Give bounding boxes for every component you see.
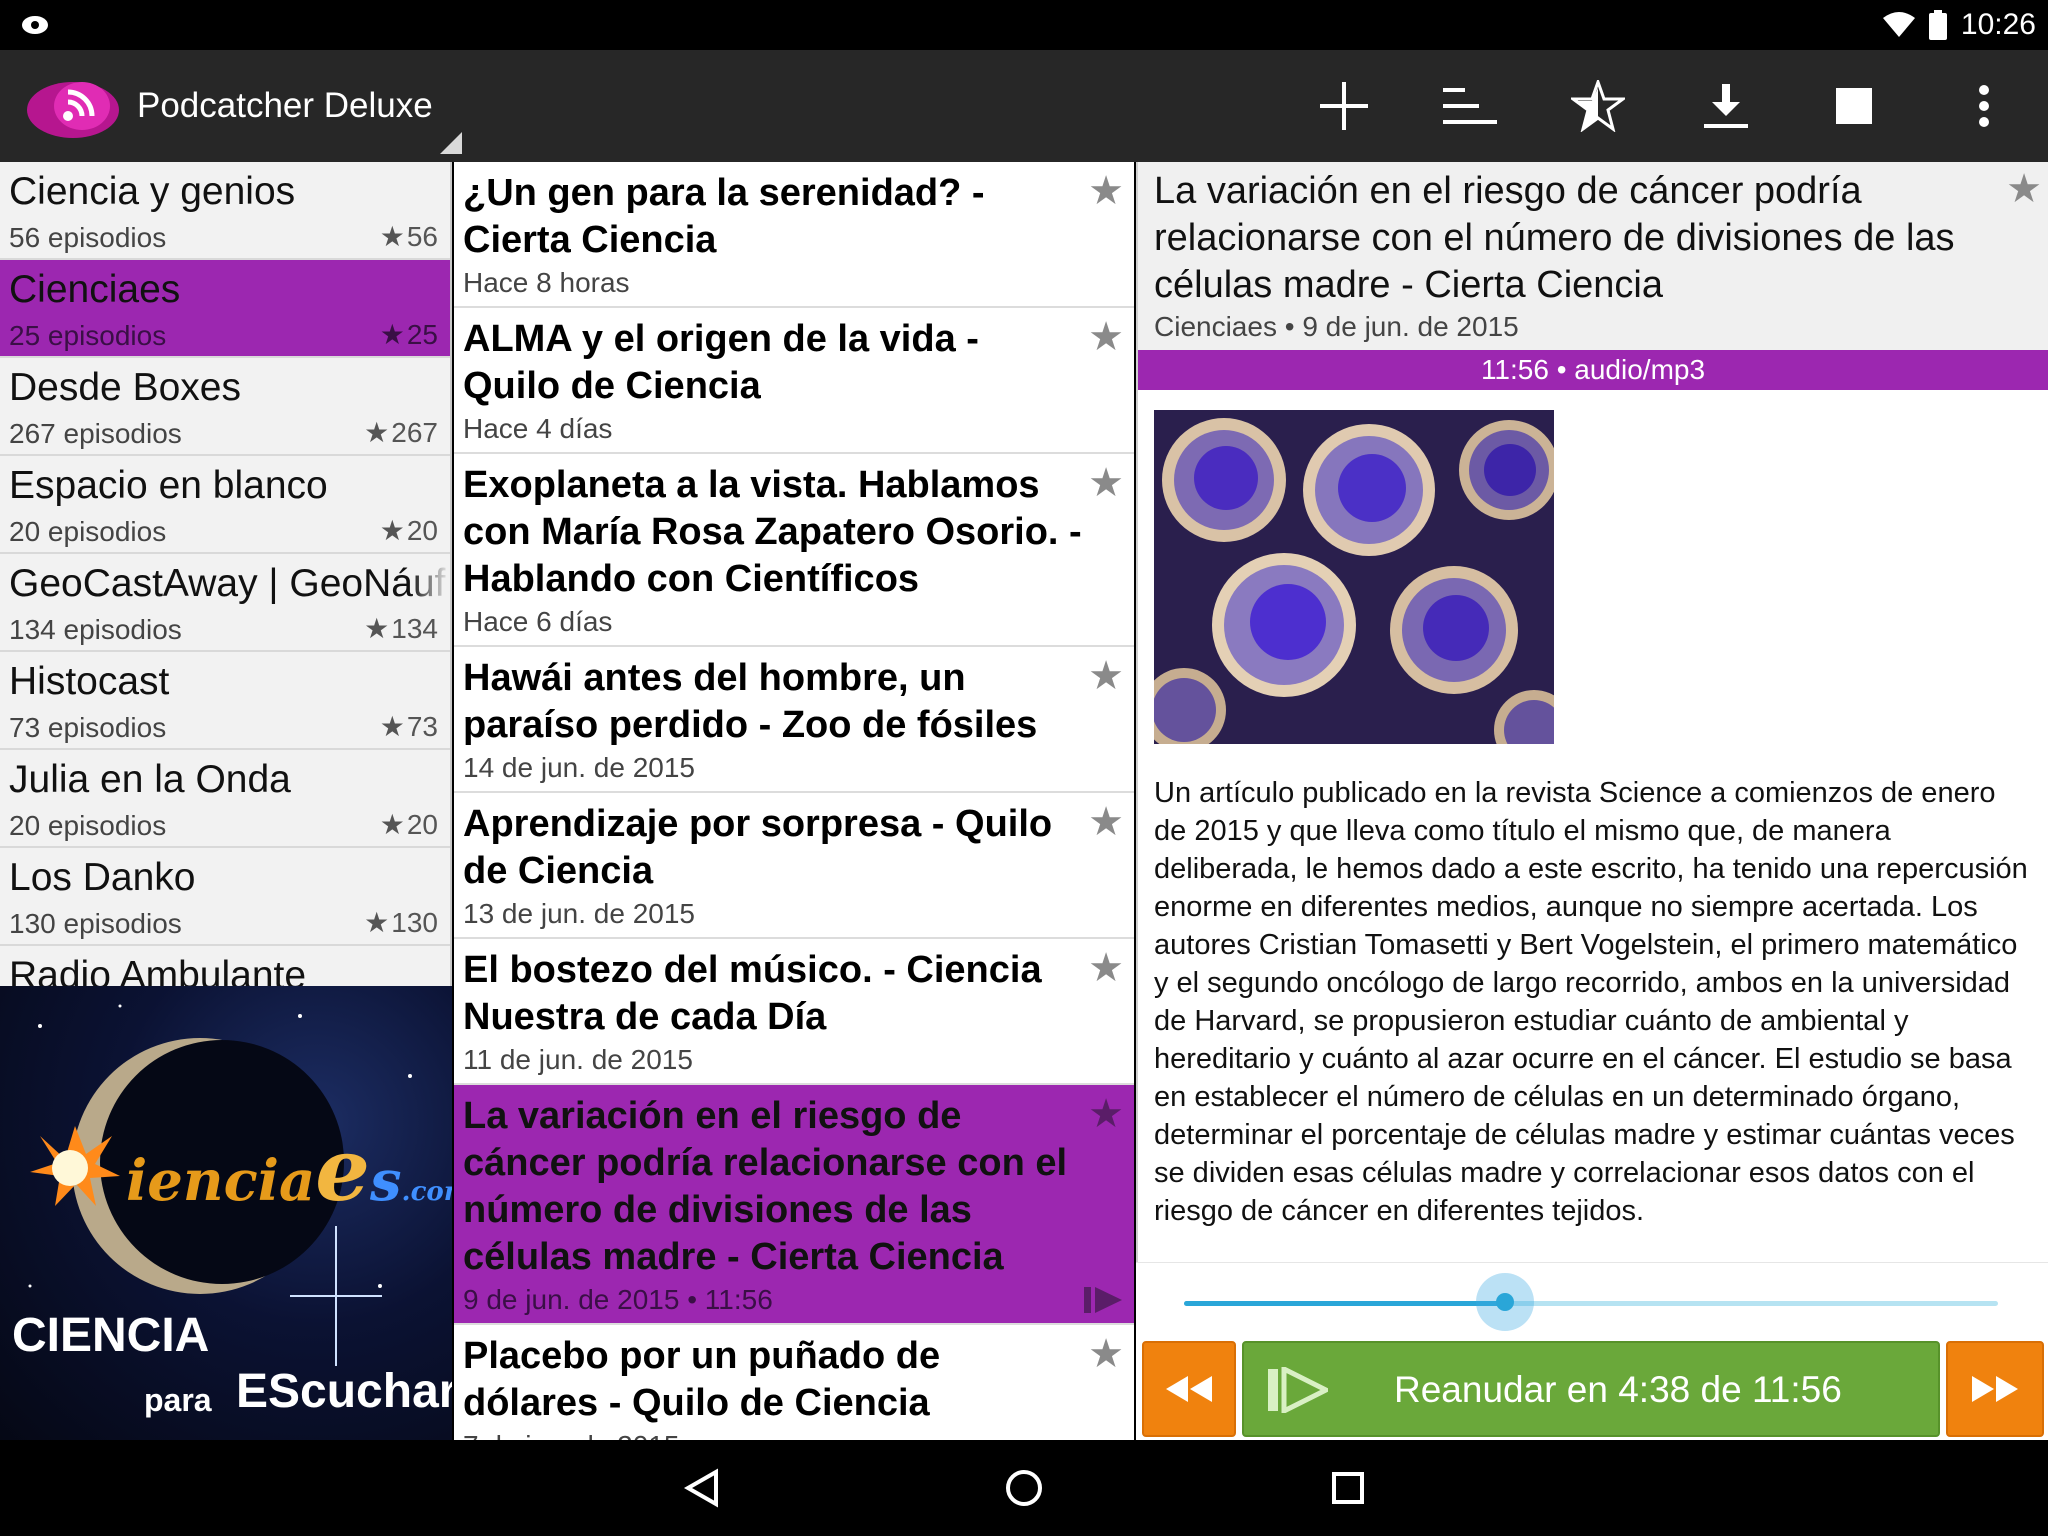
star-icon[interactable]: ★ [1088,314,1124,360]
star-icon: ★ [379,515,405,546]
clock: 10:26 [1960,8,2036,41]
podcast-item[interactable]: Desde Boxes 267 episodios ★ 267 [0,358,450,456]
star-icon: ★ [364,613,390,644]
podcast-item[interactable]: Los Danko 130 episodios ★ 130 [0,848,450,946]
home-button[interactable] [994,1458,1054,1518]
star-icon[interactable]: ★ [1088,168,1124,214]
episode-item[interactable]: ALMA y el origen de la vida - Quilo de C… [454,308,1134,454]
star-icon: ★ [379,711,405,742]
stem-cells-image [1154,410,1554,744]
status-icons: 10:26 [1882,6,2036,44]
episode-detail: La variación en el riesgo de cáncer podr… [1136,162,2048,1440]
star-icon: ★ [379,319,405,350]
spinner-indicator [440,132,462,154]
seek-bar[interactable] [1184,1301,1998,1306]
podcast-item-selected[interactable]: Cienciaes 25 episodios ★ 25 [0,260,450,358]
detail-header: La variación en el riesgo de cáncer podr… [1138,162,2048,350]
resume-icon [1268,1367,1328,1413]
cover-line2a: para [144,1382,212,1418]
detail-meta: Cienciaes • 9 de jun. de 2015 [1154,311,1519,342]
episode-list[interactable]: ¿Un gen para la serenidad? - Cierta Cien… [454,162,1134,1440]
recents-button[interactable] [1318,1458,1378,1518]
star-icon[interactable]: ★ [1088,945,1124,991]
podcast-item[interactable]: Histocast 73 episodios ★ 73 [0,652,450,750]
star-icon[interactable]: ★ [2006,166,2042,212]
cover-line2b: EScuchar [236,1365,452,1418]
rewind-icon [1166,1376,1212,1402]
cover-brand: ienciaes.com [126,1120,452,1221]
add-icon[interactable] [1314,78,1374,134]
episode-item-selected[interactable]: La variación en el riesgo de cáncer podr… [454,1085,1134,1325]
episode-item[interactable]: ¿Un gen para la serenidad? - Cierta Cien… [454,162,1134,308]
detail-duration-bar: 11:56 • audio/mp3 [1138,350,2048,390]
episode-item[interactable]: Exoplaneta a la vista. Hablamos con Marí… [454,454,1134,647]
download-icon[interactable] [1696,78,1756,134]
wifi-icon [1882,12,1915,37]
select-all-icon[interactable] [1824,78,1884,134]
episode-item[interactable]: Hawái antes del hombre, un paraíso perdi… [454,647,1134,793]
player-panel: Reanudar en 4:38 de 11:56 [1136,1262,2048,1440]
podcast-list[interactable]: Ciencia y genios 56 episodios ★ 56 Cienci… [0,162,452,986]
episode-item[interactable]: El bostezo del músico. - Ciencia Nuestra… [454,939,1134,1085]
star-icon[interactable]: ★ [1088,653,1124,699]
detail-title: La variación en el riesgo de cáncer podr… [1154,170,1955,306]
app-title[interactable]: Podcatcher Deluxe [137,86,433,126]
star-icon: ★ [379,809,405,840]
podcast-item[interactable]: Julia en la Onda 20 episodios ★ 20 [0,750,450,848]
star-icon: ★ [364,417,390,448]
back-button[interactable] [672,1458,732,1518]
cast-notification-icon [22,16,48,34]
seek-progress [1184,1301,1502,1306]
sort-icon[interactable] [1440,78,1500,134]
podcast-item[interactable]: Espacio en blanco 20 episodios ★ 20 [0,456,450,554]
seek-thumb[interactable] [1476,1273,1534,1331]
navigation-bar [0,1440,2048,1536]
star-icon: ★ [364,907,390,938]
star-icon[interactable]: ★ [1088,1091,1124,1137]
star-icon: ★ [379,221,405,252]
overflow-menu-icon[interactable] [1954,78,2014,134]
star-icon[interactable]: ★ [1088,799,1124,845]
episode-image [1154,410,1554,744]
episode-item[interactable]: Aprendizaje por sorpresa - Quilo de Cien… [454,793,1134,939]
resume-play-icon[interactable] [1084,1285,1124,1315]
cover-line1: CIENCIA [12,1309,210,1362]
star-icon[interactable]: ★ [1088,460,1124,506]
resume-label: Reanudar en 4:38 de 11:56 [1394,1369,1842,1410]
podcast-item[interactable]: GeoCastAway | GeoNáuf 134 episodios ★ 134 [0,554,450,652]
battery-icon [1928,10,1947,40]
podcatcher-logo-icon[interactable] [24,72,122,140]
resume-button[interactable]: Reanudar en 4:38 de 11:56 [1242,1341,1940,1437]
fast-forward-button[interactable] [1946,1341,2044,1437]
star-filter-icon[interactable] [1568,78,1628,134]
episode-item[interactable]: Placebo por un puñado de dólares - Quilo… [454,1325,1134,1440]
podcast-cover-art: ienciaes.com CIENCIA para EScuchar [0,986,452,1440]
back-icon [683,1468,718,1508]
home-icon [1006,1470,1042,1506]
podcast-item[interactable]: Radio Ambulante [0,946,450,986]
rewind-button[interactable] [1142,1341,1236,1437]
podcast-item[interactable]: Ciencia y genios 56 episodios ★ 56 [0,162,450,260]
status-bar: 10:26 [0,0,2048,50]
fast-forward-icon [1972,1376,2018,1402]
recents-icon [1332,1472,1364,1504]
star-icon[interactable]: ★ [1088,1331,1124,1377]
action-bar: Podcatcher Deluxe [0,50,2048,162]
